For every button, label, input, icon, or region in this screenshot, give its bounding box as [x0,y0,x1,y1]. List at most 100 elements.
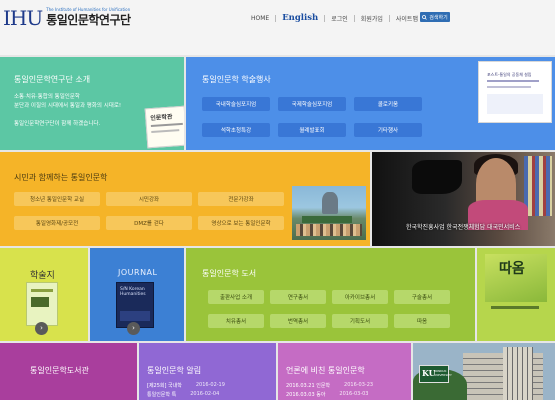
nav-divider [324,14,326,22]
press-title[interactable]: 언론에 비친 통일인문학 [286,365,365,376]
search-button-label: 검색하기 [429,14,448,21]
konkuk-logo-text: KONKUK UNIVERSITY [434,369,452,377]
citizens-button-video[interactable]: 영상으로 보는 통일인문학 [198,216,284,230]
poster-line [487,80,539,82]
intro-tile[interactable]: 통일인문학연구단 소개 소통·치유·통합의 통일인문학 분단과 이질의 시대에서… [0,57,184,150]
books-button-planned-books[interactable]: 기획도서 [332,314,388,328]
english-journal-cover-line: Humanities [120,292,146,297]
events-tile: 통일인문학 학술행사 국내학술심포지엄 국제학술심포지엄 콜로키움 석학초청특강… [186,57,555,150]
top-nav: HOME English 로그인 회원가입 사이트맵 [251,13,418,23]
ttaom-cover-title: 따옴 [499,261,525,277]
journal-cover-image [26,282,58,326]
notice-item[interactable]: 통일인문학 특 2016-02-04 [147,391,219,398]
intro-description-line: 분단과 이질의 시대에서 통일과 평화의 시대로! [14,103,122,109]
cover-block [120,311,150,321]
citizens-button-film-festival[interactable]: 통일영화제/공모전 [14,216,100,230]
arrow-right-icon[interactable]: › [35,322,48,335]
arrow-right-icon[interactable]: › [127,322,140,335]
cover-line [491,306,539,309]
books-button-healing-series[interactable]: 치유총서 [208,314,264,328]
intro-title: 통일인문학연구단 소개 [14,75,91,84]
press-tile: 언론에 비친 통일인문학 2016.03.21 인문학 2016-03-23 2… [278,343,411,400]
notice-item[interactable]: [제25회] 국내학 2016-02-19 [147,382,225,389]
intro-description: 소통·치유·통합의 통일인문학 분단과 이질의 시대에서 통일과 평화의 시대로… [14,93,121,111]
library-title: 통일인문학도서관 [30,366,89,375]
photo-microphone [412,160,462,194]
konkuk-logo: KU KONKUK UNIVERSITY [419,365,452,383]
notice-title[interactable]: 통일인문학 알림 [147,365,201,376]
cover-block [31,297,49,307]
logo-mark: IHU [3,6,43,30]
event-poster-title: 포스트-통일의 공동체 설립 [487,72,532,77]
book-line [151,129,180,134]
event-button-special-lecture[interactable]: 석학초청특강 [202,123,270,137]
event-button-international-symposium[interactable]: 국제학술심포지엄 [278,97,346,111]
press-item-text: 2016.03.03 동아 [286,392,326,398]
event-button-colloquium[interactable]: 콜로키움 [354,97,422,111]
logo[interactable]: IHU The Institute of Humanities for Unif… [3,7,131,29]
notice-item-text: 통일인문학 특 [147,392,177,398]
press-item-date: 2016-03-23 [344,382,374,388]
nav-divider [388,14,390,22]
citizens-button-public-lecture[interactable]: 시민강좌 [106,192,192,206]
citizens-button-youth-class[interactable]: 청소년 통일인문학 교실 [14,192,100,206]
press-item[interactable]: 2016.03.03 동아 2016-03-03 [286,391,368,398]
intro-description-line: 소통·치유·통합의 통일인문학 [14,94,80,100]
search-button[interactable]: 검색하기 [420,12,450,22]
books-button-oral-series[interactable]: 구술총서 [394,290,450,304]
cover-line [31,289,53,292]
journal-tile[interactable]: 학술지 › [0,248,88,341]
intro-book-image: 인문학관 [144,105,184,149]
nav-join[interactable]: 회원가입 [361,14,383,23]
press-item-text: 2016.03.21 인문학 [286,383,331,389]
books-button-ttaom[interactable]: 따옴 [394,314,450,328]
event-button-domestic-symposium[interactable]: 국내학술심포지엄 [202,97,270,111]
page: IHU The Institute of Humanities for Unif… [0,0,555,400]
books-tile: 통일인문학 도서 출판사업 소개 연구총서 아카이브총서 구술총서 치유총서 번… [186,248,475,341]
konkuk-logo-line: UNIVERSITY [434,373,452,377]
english-journal-tile[interactable]: JOURNAL S/N Korean Humanities › [90,248,184,341]
photo-sculpture [322,192,338,214]
notice-item-text: [제25회] 국내학 [147,383,182,389]
citizens-button-dmz-walk[interactable]: DMZ를 걷다 [106,216,192,230]
event-button-other[interactable]: 기타행사 [354,123,422,137]
english-journal-cover-text: S/N Korean Humanities [120,287,146,297]
event-poster-image[interactable]: 포스트-통일의 공동체 설립 [478,61,552,123]
book-line [150,122,183,128]
nav-divider [275,14,277,22]
ttaom-cover-tile[interactable]: 따옴 [477,248,555,341]
english-journal-title: JOURNAL [118,268,158,277]
war-stories-caption: 한국학진흥사업 한국전쟁체험담 대국민서비스 [406,224,521,231]
journal-title: 학술지 [30,271,55,281]
nav-divider [353,14,355,22]
books-button-archive-series[interactable]: 아카이브총서 [332,290,388,304]
photo-people [296,224,362,236]
magnifier-icon [422,14,428,20]
events-title[interactable]: 통일인문학 학술행사 [202,74,271,85]
poster-line [487,86,531,88]
event-button-monthly-presentation[interactable]: 월례발표회 [278,123,346,137]
logo-text: The Institute of Humanities for Unificat… [46,7,131,27]
citizens-group-photo[interactable] [292,186,366,240]
war-stories-tile[interactable]: 한국학진흥사업 한국전쟁체험담 대국민서비스 [372,152,555,246]
books-button-research-series[interactable]: 연구총서 [270,290,326,304]
nav-home[interactable]: HOME [251,15,269,22]
logo-korean-text: 통일인문학연구단 [46,13,131,27]
english-journal-cover: S/N Korean Humanities [116,282,154,328]
nav-sitemap[interactable]: 사이트맵 [396,14,418,23]
notice-tile: 통일인문학 알림 [제25회] 국내학 2016-02-19 통일인문학 특 2… [139,343,276,400]
press-item[interactable]: 2016.03.21 인문학 2016-03-23 [286,382,373,389]
books-button-translation-series[interactable]: 번역총서 [270,314,326,328]
citizens-title[interactable]: 시민과 함께하는 통일인문학 [14,172,107,183]
photo-bookshelf [524,156,552,216]
campus-photo-tile[interactable]: KU KONKUK UNIVERSITY [413,343,555,400]
photo-banner [302,216,352,223]
nav-english[interactable]: English [282,13,318,23]
nav-login[interactable]: 로그인 [331,14,348,23]
citizens-tile: 시민과 함께하는 통일인문학 청소년 통일인문학 교실 시민강좌 전문가강좌 통… [0,152,370,246]
library-tile[interactable]: 통일인문학도서관 [0,343,137,400]
books-title[interactable]: 통일인문학 도서 [202,268,256,279]
intro-tagline: 통일인문학연구단이 함께 하겠습니다. [14,121,101,127]
citizens-button-expert-lecture[interactable]: 전문가강좌 [198,192,284,206]
books-button-publishing[interactable]: 출판사업 소개 [208,290,264,304]
